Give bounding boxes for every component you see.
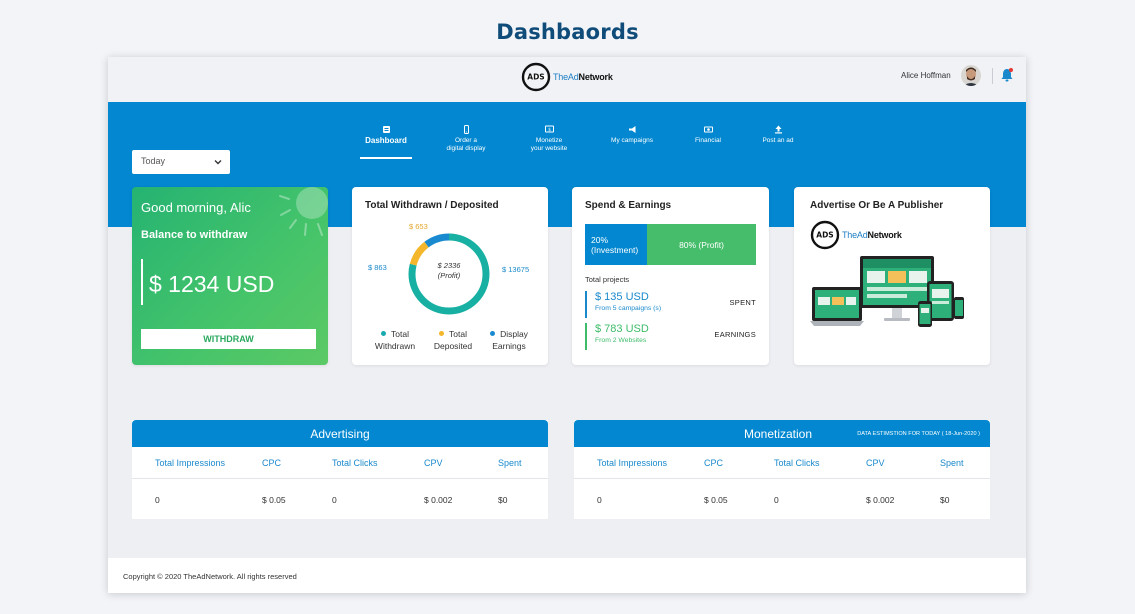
investment-segment: 20% (Investment)	[585, 224, 647, 265]
table-cell: $ 0.002	[866, 495, 895, 505]
table-cell: 0	[597, 495, 602, 505]
monetization-columns: Total Impressions CPC Total Clicks CPV S…	[574, 447, 990, 479]
nav-post-ad[interactable]: Post an ad	[752, 125, 804, 145]
money-icon	[703, 126, 713, 133]
chevron-down-icon	[214, 160, 222, 165]
deposited-value-label: $ 653	[409, 222, 428, 231]
withdrawn-deposited-card: Total Withdrawn / Deposited $ 2336 (Prof…	[352, 187, 548, 365]
column-header: CPV	[866, 458, 885, 468]
spent-tag: SPENT	[729, 298, 756, 307]
brand-wordmark: TheAdNetwork	[553, 72, 613, 82]
top-bar: ADS TheAdNetwork Alice Hoffman	[108, 57, 1026, 102]
copyright-text: Copyright © 2020 TheAdNetwork. All right…	[123, 572, 297, 581]
column-header: CPC	[262, 458, 282, 468]
footer: Copyright © 2020 TheAdNetwork. All right…	[108, 558, 1026, 593]
brand-wordmark: TheAdNetwork	[842, 230, 902, 240]
balance-accent-bar	[141, 259, 143, 305]
balance-amount: $ 1234 USD	[149, 271, 275, 297]
legend-display-earnings: Display Earnings	[484, 328, 534, 352]
withdraw-button[interactable]: WITHDRAW	[141, 329, 316, 349]
balance-card: Good morning, Alic Balance to withdraw $…	[132, 187, 328, 365]
advertising-table-header: Advertising	[132, 420, 548, 447]
table-cell: $ 0.05	[262, 495, 286, 505]
greeting-text: Good morning, Alic	[141, 200, 251, 215]
estimation-note: DATA ESTIMSTION FOR TODAY ( 18-Jun-2020 …	[857, 431, 980, 437]
advertise-publisher-card[interactable]: Advertise Or Be A Publisher ADS TheAdNet…	[794, 187, 990, 365]
legend-total-withdrawn: Total Withdrawn	[374, 329, 416, 351]
card-title: Spend & Earnings	[585, 200, 672, 211]
sun-icon	[279, 187, 328, 236]
ads-logo-icon: ADS	[810, 220, 840, 250]
total-projects-label: Total projects	[585, 275, 630, 284]
balance-label: Balance to withdraw	[141, 229, 248, 241]
nav-monetize[interactable]: $ Monetize your website	[523, 125, 575, 153]
avatar[interactable]	[961, 65, 981, 86]
nav-dashboard[interactable]: Dashboard	[360, 125, 412, 145]
spent-stat: $ 135 USD From 5 campaigns (s) SPENT	[585, 291, 756, 318]
earnings-stat: $ 783 USD From 2 Websites EARNINGS	[585, 323, 756, 350]
table-row: 0 $ 0.05 0 $ 0.002 $0	[132, 479, 548, 519]
earnings-value-label: $ 863	[368, 263, 387, 272]
table-cell: $0	[940, 495, 950, 505]
table-cell: $ 0.002	[424, 495, 453, 505]
column-header: CPC	[704, 458, 724, 468]
column-header: Total Impressions	[155, 458, 226, 468]
svg-text:$: $	[548, 127, 551, 133]
advertising-table: Advertising Total Impressions CPC Total …	[132, 420, 548, 519]
column-header: Spent	[498, 458, 522, 468]
nav-financial[interactable]: Financial	[682, 125, 734, 145]
svg-text:ADS: ADS	[816, 231, 833, 240]
monitor-dollar-icon: $	[544, 125, 554, 133]
nav-order-display[interactable]: Order a digital display	[440, 125, 492, 153]
page-heading: Dashbaords	[496, 20, 639, 44]
monetization-table-header: Monetization DATA ESTIMSTION FOR TODAY (…	[574, 420, 990, 447]
megaphone-icon	[628, 126, 635, 133]
upload-icon	[774, 125, 782, 134]
investment-profit-bar: 20% (Investment) 80% (Profit)	[585, 224, 756, 265]
profit-segment: 80% (Profit)	[647, 224, 756, 265]
advertising-columns: Total Impressions CPC Total Clicks CPV S…	[132, 447, 548, 479]
card-title: Advertise Or Be A Publisher	[810, 200, 944, 211]
earnings-tag: EARNINGS	[714, 330, 756, 339]
table-cell: $0	[498, 495, 508, 505]
advertise-logo: ADS TheAdNetwork	[810, 220, 902, 250]
devices-illustration	[810, 256, 964, 327]
date-range-value: Today	[141, 156, 166, 166]
withdrawn-value-label: $ 13675	[502, 265, 530, 274]
column-header: Spent	[940, 458, 964, 468]
dashboard-icon	[382, 126, 390, 133]
nav-my-campaigns[interactable]: My campaigns	[606, 125, 658, 145]
ads-logo-icon: ADS	[521, 62, 551, 92]
table-row: 0 $ 0.05 0 $ 0.002 $0	[574, 479, 990, 519]
svg-text:ADS: ADS	[527, 73, 544, 82]
date-range-select[interactable]: Today	[132, 150, 230, 174]
app-window: ADS TheAdNetwork Alice Hoffman Dashboard	[108, 57, 1026, 593]
column-header: Total Clicks	[332, 458, 378, 468]
table-cell: 0	[332, 495, 337, 505]
header-divider	[992, 68, 993, 84]
notification-bell-icon[interactable]	[1000, 67, 1014, 83]
column-header: Total Impressions	[597, 458, 668, 468]
table-cell: $ 0.05	[704, 495, 728, 505]
table-cell: 0	[155, 495, 160, 505]
nav-active-underline	[360, 157, 412, 159]
spend-earnings-card: Spend & Earnings 20% (Investment) 80% (P…	[572, 187, 769, 365]
column-header: CPV	[424, 458, 443, 468]
legend-total-deposited: Total Deposited	[433, 329, 473, 351]
card-title: Total Withdrawn / Deposited	[365, 200, 499, 211]
phone-icon	[463, 125, 469, 134]
brand-logo[interactable]: ADS TheAdNetwork	[521, 61, 613, 93]
table-cell: 0	[774, 495, 779, 505]
monetization-table: Monetization DATA ESTIMSTION FOR TODAY (…	[574, 420, 990, 519]
user-name[interactable]: Alice Hoffman	[901, 71, 951, 80]
column-header: Total Clicks	[774, 458, 820, 468]
donut-center-label: $ 2336 (Profit)	[437, 261, 461, 280]
